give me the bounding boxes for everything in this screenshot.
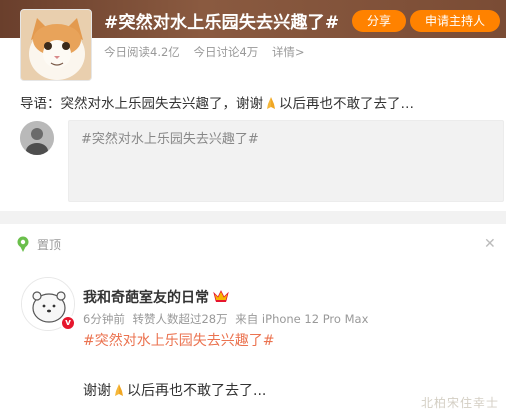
post-body: 谢谢 以后再也不敢了去了... (83, 380, 266, 400)
verified-badge: v (60, 315, 76, 331)
guide-text-before: 突然对水上乐园失去兴趣了，谢谢 (60, 96, 264, 112)
pray-hands-icon (115, 384, 123, 396)
topic-title[interactable]: #突然对水上乐园失去兴趣了# (104, 8, 339, 33)
pin-icon (17, 236, 29, 252)
details-link[interactable]: 详情> (272, 45, 305, 59)
my-avatar[interactable] (20, 121, 54, 155)
post-body-after: 以后再也不敢了去了... (127, 383, 267, 399)
post-body-before: 谢谢 (83, 383, 111, 399)
topic-card: #突然对水上乐园失去兴趣了# 分享 申请主持人 今日阅读4.2亿 今日讨论4万 … (0, 0, 506, 211)
post-reposts: 转赞人数超过28万 (132, 312, 228, 326)
post-meta: 6分钟前 转赞人数超过28万 来自 iPhone 12 Pro Max (83, 311, 372, 327)
close-icon[interactable]: ✕ (484, 236, 496, 252)
topic-cat-avatar[interactable] (20, 9, 92, 81)
share-button[interactable]: 分享 (352, 10, 406, 32)
pinned-label: 置顶 (37, 238, 62, 252)
post-composer-input[interactable]: #突然对水上乐园失去兴趣了# (68, 120, 504, 202)
username-text[interactable]: 我和奇葩室友的日常 (83, 290, 209, 306)
post-time[interactable]: 6分钟前 (83, 312, 125, 326)
apply-host-button[interactable]: 申请主持人 (410, 10, 500, 32)
crown-icon (213, 290, 229, 302)
composer-text: #突然对水上乐园失去兴趣了# (81, 132, 259, 147)
post-source: 来自 iPhone 12 Pro Max (235, 312, 369, 326)
pray-hands-icon (267, 97, 275, 109)
reads-count: 今日阅读4.2亿 (104, 45, 180, 59)
post-username[interactable]: 我和奇葩室友的日常 (83, 287, 229, 307)
topic-guide: 导语：突然对水上乐园失去兴趣了，谢谢 以后再也不敢了去了… (20, 92, 414, 112)
guide-label: 导语： (20, 96, 61, 112)
discussions-count: 今日讨论4万 (193, 45, 259, 59)
pinned-post-card: 置顶 ✕ v 我和奇葩室友的日常 6分钟前 转赞人数超过28万 来自 iPhon… (0, 224, 506, 417)
post-topic-tag[interactable]: #突然对水上乐园失去兴趣了# (83, 330, 274, 350)
topic-stats: 今日阅读4.2亿 今日讨论4万 详情> (104, 44, 315, 60)
watermark: 北柏宋住幸士 (421, 396, 500, 410)
guide-text-after: 以后再也不敢了去了… (279, 96, 414, 112)
user-avatar-wrap[interactable]: v (21, 277, 76, 331)
